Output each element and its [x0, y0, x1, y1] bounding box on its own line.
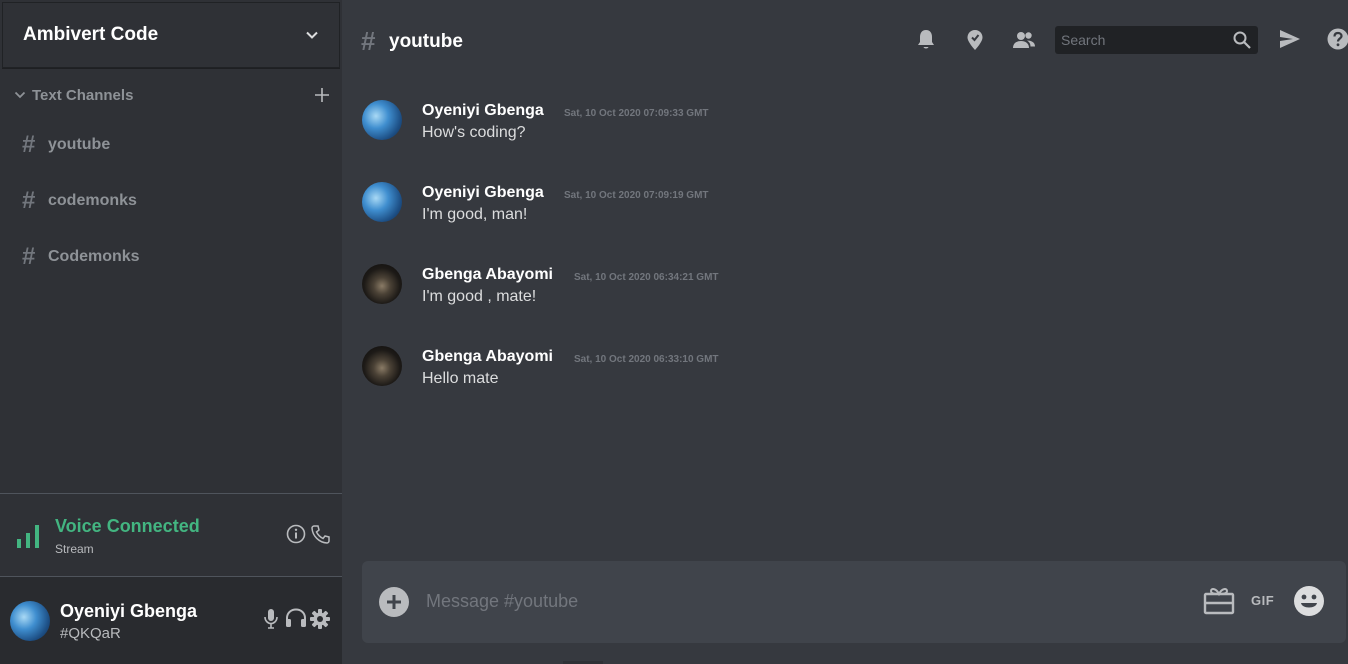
search-icon[interactable] — [1233, 31, 1251, 49]
plus-icon[interactable] — [314, 87, 330, 103]
message-item: Gbenga Abayomi Sat, 10 Oct 2020 06:33:10… — [362, 342, 1322, 402]
chat-area: # youtube Search Oyeniyi Gbenga Sat, 10 … — [342, 0, 1348, 664]
hash-icon: # — [361, 26, 376, 56]
voice-channel: Stream — [55, 542, 94, 556]
message-text: I'm good, man! — [422, 206, 528, 223]
avatar[interactable] — [362, 346, 402, 386]
message-timestamp: Sat, 10 Oct 2020 06:34:21 GMT — [574, 272, 719, 283]
headphones-icon[interactable] — [285, 608, 307, 628]
message-timestamp: Sat, 10 Oct 2020 07:09:19 GMT — [564, 190, 709, 201]
message-item: Oyeniyi Gbenga Sat, 10 Oct 2020 07:09:19… — [362, 178, 1322, 238]
voice-status: Voice Connected — [55, 516, 200, 536]
channel-header: # youtube — [342, 0, 1348, 80]
message-author[interactable]: Oyeniyi Gbenga — [422, 102, 544, 120]
server-header[interactable]: Ambivert Code — [2, 2, 340, 68]
emoji-icon[interactable] — [1293, 585, 1325, 617]
mic-icon[interactable] — [263, 608, 279, 630]
message-timestamp: Sat, 10 Oct 2020 07:09:33 GMT — [564, 108, 709, 119]
avatar[interactable] — [362, 100, 402, 140]
hash-icon: # — [22, 243, 36, 270]
message-author[interactable]: Gbenga Abayomi — [422, 348, 553, 366]
message-timestamp: Sat, 10 Oct 2020 06:33:10 GMT — [574, 354, 719, 365]
category-text-channels[interactable]: Text Channels — [14, 84, 330, 106]
avatar[interactable] — [10, 601, 50, 641]
message-author[interactable]: Oyeniyi Gbenga — [422, 184, 544, 202]
info-icon[interactable] — [286, 524, 306, 544]
channel-sidebar: Ambivert Code Text Channels # youtube # … — [0, 0, 342, 664]
channel-title: youtube — [389, 31, 463, 52]
username: Oyeniyi Gbenga — [60, 601, 198, 621]
add-circle-icon[interactable] — [379, 587, 409, 617]
category-label: Text Channels — [32, 86, 134, 104]
hash-icon: # — [22, 131, 36, 158]
signal-icon — [17, 525, 39, 548]
gift-icon[interactable] — [1203, 585, 1235, 615]
server-name: Ambivert Code — [23, 24, 159, 45]
user-tag: #QKQaR — [60, 625, 121, 642]
help-icon[interactable] — [1327, 28, 1348, 50]
search-box[interactable] — [1055, 26, 1258, 54]
message-item: Gbenga Abayomi Sat, 10 Oct 2020 06:34:21… — [362, 260, 1322, 320]
gif-button[interactable]: GIF — [1251, 593, 1274, 608]
message-composer: GIF — [362, 561, 1346, 643]
message-text: Hello mate — [422, 370, 499, 387]
avatar[interactable] — [362, 264, 402, 304]
channel-label: codemonks — [48, 192, 137, 209]
search-input[interactable] — [1055, 26, 1225, 54]
members-icon[interactable] — [1012, 28, 1036, 52]
gear-icon[interactable] — [309, 608, 331, 630]
channel-label: youtube — [48, 136, 111, 153]
send-icon[interactable] — [1279, 28, 1301, 50]
message-input[interactable] — [426, 581, 1186, 621]
user-panel: Oyeniyi Gbenga #QKQaR — [0, 577, 342, 664]
channel-item-codemonks[interactable]: # codemonks — [22, 187, 137, 215]
avatar[interactable] — [362, 182, 402, 222]
message-item: Oyeniyi Gbenga Sat, 10 Oct 2020 07:09:33… — [362, 96, 1322, 156]
message-author[interactable]: Gbenga Abayomi — [422, 266, 553, 284]
channel-label: Codemonks — [48, 248, 140, 265]
hash-icon: # — [22, 187, 36, 214]
message-text: How's coding? — [422, 124, 526, 141]
chevron-down-icon[interactable] — [305, 28, 319, 42]
chevron-down-icon — [14, 91, 26, 99]
bell-icon[interactable] — [916, 28, 936, 52]
voice-panel: Voice Connected Stream — [0, 494, 342, 576]
channel-item-codemonks-2[interactable]: # Codemonks — [22, 243, 140, 271]
pin-icon[interactable] — [965, 28, 985, 52]
phone-icon[interactable] — [310, 524, 330, 544]
message-text: I'm good , mate! — [422, 288, 537, 305]
channel-item-youtube[interactable]: # youtube — [22, 131, 110, 159]
